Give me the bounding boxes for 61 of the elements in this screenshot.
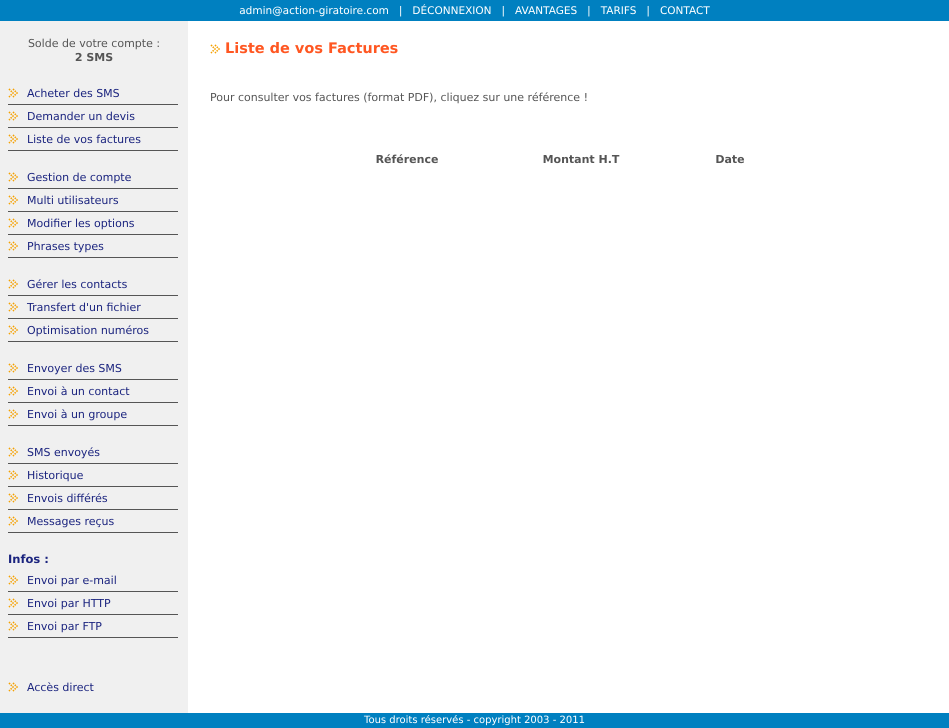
column-header: Date — [714, 153, 746, 166]
chevron-icon — [8, 386, 19, 396]
top-nav-link[interactable]: DÉCONNEXION — [412, 4, 492, 16]
separator: | — [646, 4, 650, 16]
separator: | — [398, 4, 402, 16]
sidebar-link[interactable]: Multi utilisateurs — [8, 189, 178, 212]
top-nav-link[interactable]: AVANTAGES — [515, 4, 578, 16]
sidebar-link[interactable]: Liste de vos factures — [8, 128, 178, 151]
sidebar-link[interactable]: Modifier les options — [8, 212, 178, 235]
balance-value: 2 SMS — [74, 51, 114, 65]
column-header: Référence — [374, 153, 440, 166]
sidebar-link[interactable]: Envoi à un groupe — [8, 403, 178, 426]
chevron-icon — [8, 409, 19, 419]
chevron-icon — [8, 241, 19, 251]
balance-label: Solde de votre compte : — [26, 37, 162, 51]
chevron-icon — [8, 363, 19, 373]
chevron-icon — [8, 575, 19, 585]
sidebar-link[interactable]: Accès direct — [8, 676, 178, 698]
sidebar-link[interactable]: Transfert d'un fichier — [8, 296, 178, 319]
sidebar-link[interactable]: Gestion de compte — [8, 166, 178, 189]
chevron-icon — [8, 493, 19, 503]
chevron-icon — [8, 195, 19, 205]
chevron-icon — [8, 172, 19, 182]
chevron-icon — [8, 447, 19, 457]
chevron-icon — [8, 279, 19, 289]
top-nav-link[interactable]: CONTACT — [660, 4, 710, 16]
top-nav-link[interactable]: TARIFS — [600, 4, 636, 16]
separator: | — [502, 4, 506, 16]
sidebar-link[interactable]: Envoyer des SMS — [8, 357, 178, 380]
chevron-icon — [210, 44, 221, 54]
chevron-icon — [8, 302, 19, 312]
chevron-icon — [8, 218, 19, 228]
chevron-icon — [8, 111, 19, 121]
account-email-link[interactable]: admin@action-giratoire.com — [239, 4, 389, 16]
chevron-icon — [8, 516, 19, 526]
sidebar-link[interactable]: Acheter des SMS — [8, 82, 178, 105]
chevron-icon — [8, 598, 19, 608]
sidebar-link[interactable]: SMS envoyés — [8, 441, 178, 464]
chevron-icon — [8, 621, 19, 631]
sidebar-link[interactable]: Messages reçus — [8, 510, 178, 533]
chevron-icon — [8, 470, 19, 480]
column-header: Montant H.T — [542, 153, 620, 166]
chevron-icon — [8, 88, 19, 98]
intro-text: Pour consulter vos factures (format PDF), cliquez sur une référence ! — [210, 91, 589, 104]
sidebar-link[interactable]: Envoi par FTP — [8, 615, 178, 638]
separator: | — [587, 4, 591, 16]
section-heading: Infos : — [8, 552, 50, 566]
chevron-icon — [8, 325, 19, 335]
sidebar-link[interactable]: Envoi à un contact — [8, 380, 178, 403]
sidebar-link[interactable]: Gérer les contacts — [8, 273, 178, 296]
sidebar-link[interactable]: Phrases types — [8, 235, 178, 258]
chevron-icon — [8, 682, 19, 692]
page-title: Liste de vos Factures — [225, 41, 398, 57]
sidebar-link[interactable]: Envoi par e-mail — [8, 569, 178, 592]
sidebar-link[interactable]: Optimisation numéros — [8, 319, 178, 342]
sidebar-link[interactable]: Historique — [8, 464, 178, 487]
sidebar-link[interactable]: Demander un devis — [8, 105, 178, 128]
sidebar-link[interactable]: Envois différés — [8, 487, 178, 510]
sidebar-link[interactable]: Envoi par HTTP — [8, 592, 178, 615]
footer: Tous droits réservés - copyright 2003 - 2011 — [0, 713, 949, 728]
chevron-icon — [8, 134, 19, 144]
